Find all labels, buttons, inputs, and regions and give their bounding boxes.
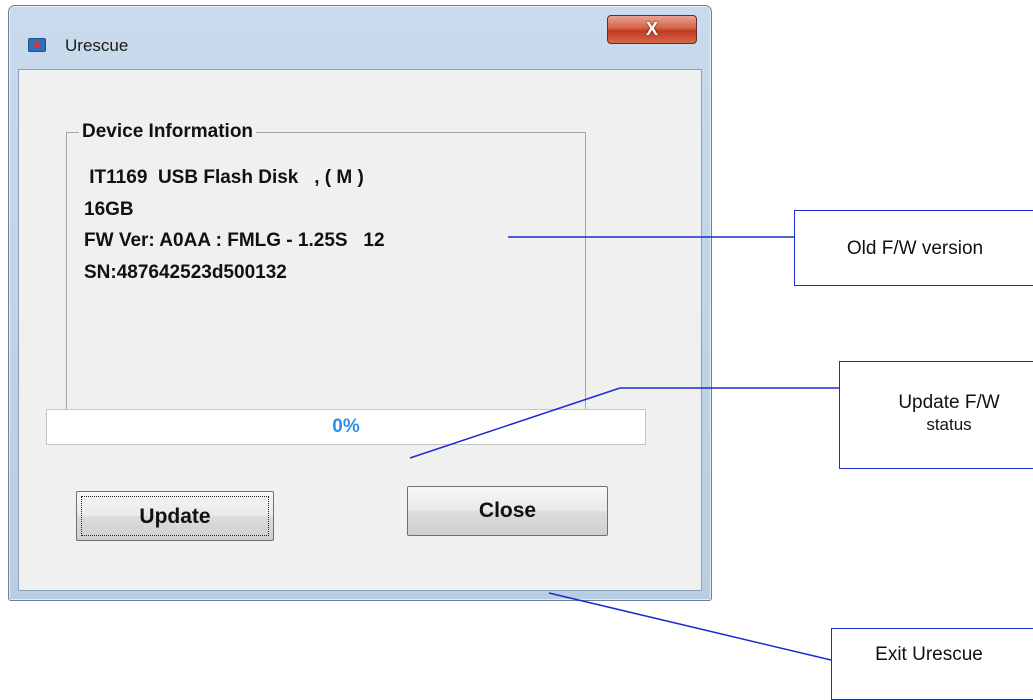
update-fw-status-callout: Update F/W status <box>839 361 1033 469</box>
exit-urescue-callout: Exit Urescue <box>831 628 1033 700</box>
status-leader-line <box>409 387 621 459</box>
update-fw-status-line1: Update F/W <box>898 392 1000 413</box>
annotation-lines <box>409 236 839 661</box>
update-fw-status-line2: status <box>926 415 972 434</box>
exit-leader-line <box>548 592 832 661</box>
old-fw-version-callout: Old F/W version <box>794 210 1033 286</box>
